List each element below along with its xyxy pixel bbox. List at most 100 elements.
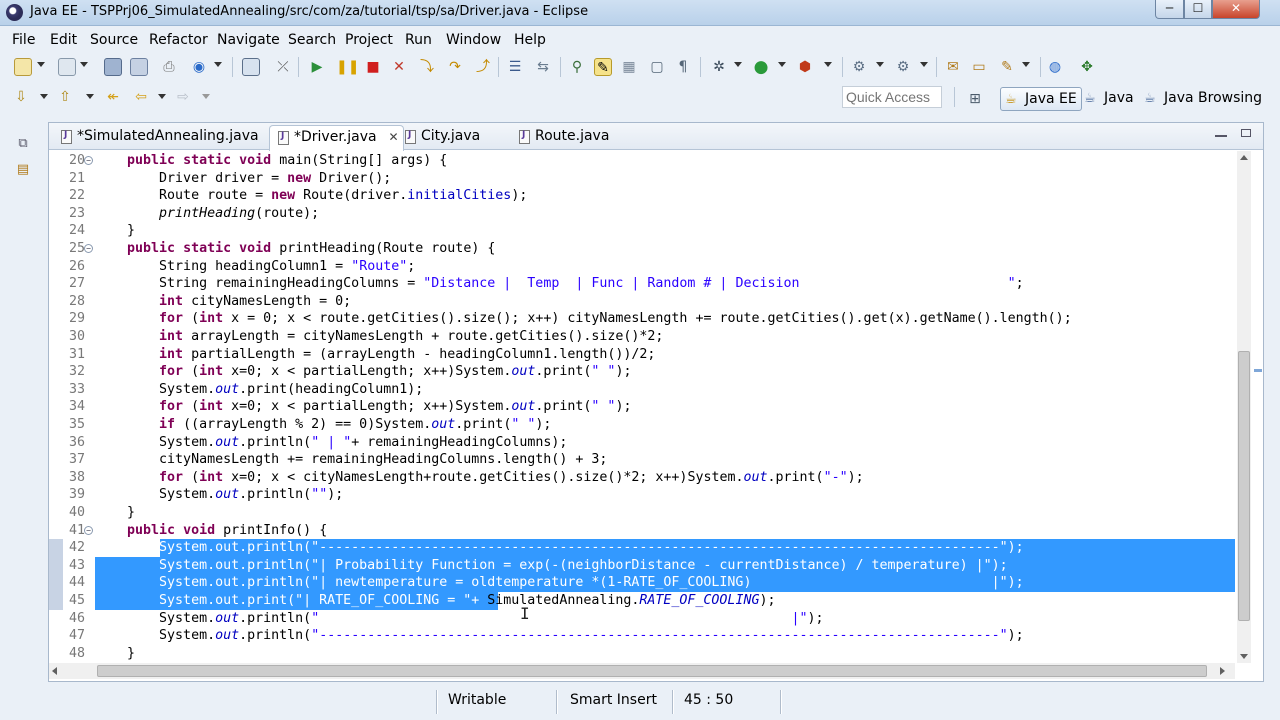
scroll-up-arrow[interactable] bbox=[1240, 155, 1248, 160]
tab-simulated-annealing[interactable]: *SimulatedAnnealing.java bbox=[53, 125, 267, 149]
code-area[interactable]: 20− public static void main(String[] arg… bbox=[49, 151, 1263, 663]
print-icon[interactable]: ⎙ bbox=[160, 58, 178, 76]
code-line[interactable]: 22 Route route = new Route(driver.initia… bbox=[49, 187, 1235, 205]
external-tools-dropdown-arrow[interactable] bbox=[824, 62, 832, 67]
menu-source[interactable]: Source bbox=[90, 32, 138, 48]
code-line[interactable]: 31 int partialLength = (arrayLength - he… bbox=[49, 346, 1235, 364]
code-line[interactable]: 44 System.out.println("| newtemperature … bbox=[49, 574, 1235, 592]
tab-driver[interactable]: *Driver.java ✕ bbox=[269, 125, 404, 151]
overview-ruler[interactable] bbox=[1253, 151, 1263, 663]
new-icon[interactable] bbox=[14, 58, 32, 76]
menu-edit[interactable]: Edit bbox=[50, 32, 77, 48]
step-return-icon[interactable]: ⤴ bbox=[474, 58, 492, 76]
menu-refactor[interactable]: Refactor bbox=[149, 32, 208, 48]
code-line[interactable]: 20− public static void main(String[] arg… bbox=[49, 152, 1235, 170]
close-button[interactable]: ✕ bbox=[1212, 0, 1260, 19]
perspective-java[interactable]: ☕ Java bbox=[1080, 87, 1138, 111]
code-line[interactable]: 41− public void printInfo() { bbox=[49, 522, 1235, 540]
forward-icon[interactable]: ⇨ bbox=[174, 88, 192, 106]
perspective-java-browsing[interactable]: ☕ Java Browsing bbox=[1140, 87, 1266, 111]
last-edit-location-icon[interactable]: ↞ bbox=[104, 88, 122, 106]
annotation-icon[interactable]: ✎ bbox=[998, 58, 1016, 76]
horizontal-scrollbar[interactable] bbox=[49, 663, 1235, 679]
menu-search[interactable]: Search bbox=[288, 32, 336, 48]
new-class-dropdown-arrow[interactable] bbox=[920, 62, 928, 67]
save-all-icon[interactable] bbox=[130, 58, 148, 76]
perspective-java-ee[interactable]: ☕ Java EE bbox=[1000, 87, 1082, 111]
new-project-dropdown-arrow[interactable] bbox=[876, 62, 884, 67]
browser-dropdown-arrow[interactable] bbox=[214, 62, 222, 67]
overview-mark[interactable] bbox=[1254, 369, 1262, 372]
code-line[interactable]: 39 System.out.println(""); bbox=[49, 486, 1235, 504]
code-line[interactable]: 33 System.out.print(headingColumn1); bbox=[49, 381, 1235, 399]
new-class-icon[interactable]: ⚙ bbox=[894, 58, 912, 76]
run-external-tools-icon[interactable]: ⬢ bbox=[796, 58, 814, 76]
horizontal-scroll-thumb[interactable] bbox=[97, 665, 1207, 677]
menu-help[interactable]: Help bbox=[514, 32, 546, 48]
scroll-down-arrow[interactable] bbox=[1240, 654, 1248, 659]
maximize-button[interactable]: ☐ bbox=[1184, 0, 1212, 19]
next-annotation-icon[interactable]: ⇩ bbox=[12, 88, 30, 106]
open-type-icon[interactable]: ⚲ bbox=[568, 58, 586, 76]
code-line[interactable]: 35 if ((arrayLength % 2) == 0)System.out… bbox=[49, 416, 1235, 434]
code-line[interactable]: 38 for (int x=0; x < cityNamesLength+rou… bbox=[49, 469, 1235, 487]
previous-annotation-icon[interactable]: ⇧ bbox=[56, 88, 74, 106]
disconnect-icon[interactable]: ✕ bbox=[390, 58, 408, 76]
code-line[interactable]: 34 for (int x=0; x < partialLength; x++)… bbox=[49, 398, 1235, 416]
paragraph-icon[interactable]: ¶ bbox=[674, 58, 692, 76]
new-server-icon[interactable] bbox=[58, 58, 76, 76]
resume-icon[interactable]: ▶ bbox=[308, 58, 326, 76]
scroll-left-arrow[interactable] bbox=[52, 667, 57, 675]
code-line[interactable]: 30 int arrayLength = cityNamesLength + r… bbox=[49, 328, 1235, 346]
fold-toggle-icon[interactable]: − bbox=[84, 525, 93, 535]
forward-dropdown-arrow[interactable] bbox=[202, 94, 210, 99]
new-dropdown-arrow[interactable] bbox=[37, 62, 45, 67]
use-step-filters-icon[interactable]: ⇆ bbox=[534, 58, 552, 76]
globe-icon[interactable]: ◍ bbox=[1046, 58, 1064, 76]
pin-icon[interactable]: ✥ bbox=[1078, 58, 1096, 76]
maximize-editor-icon[interactable] bbox=[1241, 129, 1251, 137]
menu-file[interactable]: File bbox=[12, 32, 35, 48]
menu-window[interactable]: Window bbox=[446, 32, 501, 48]
tab-route[interactable]: Route.java bbox=[511, 125, 617, 149]
code-line[interactable]: 40 } bbox=[49, 504, 1235, 522]
code-line[interactable]: 32 for (int x=0; x < partialLength; x++)… bbox=[49, 363, 1235, 381]
code-line[interactable]: 21 Driver driver = new Driver(); bbox=[49, 170, 1235, 188]
quick-access-input[interactable] bbox=[842, 86, 942, 108]
web-browser-icon[interactable]: ◉ bbox=[190, 58, 208, 76]
step-over-icon[interactable]: ↷ bbox=[446, 58, 464, 76]
vertical-scroll-thumb[interactable] bbox=[1238, 351, 1250, 621]
menu-navigate[interactable]: Navigate bbox=[217, 32, 280, 48]
terminate-icon[interactable]: ■ bbox=[364, 58, 382, 76]
minimize-editor-icon[interactable] bbox=[1215, 127, 1227, 137]
code-line[interactable]: 26 String headingColumn1 = "Route"; bbox=[49, 258, 1235, 276]
code-line[interactable]: 46 System.out.println(" |"); bbox=[49, 610, 1235, 628]
fold-toggle-icon[interactable]: − bbox=[84, 156, 93, 165]
debug-icon[interactable]: ✲ bbox=[710, 58, 728, 76]
code-line[interactable]: 23 printHeading(route); bbox=[49, 205, 1235, 223]
code-line[interactable]: 45 System.out.print("| RATE_OF_COOLING =… bbox=[49, 592, 1235, 610]
debug-dropdown-arrow[interactable] bbox=[734, 62, 742, 67]
code-line[interactable]: 42 System.out.println("-----------------… bbox=[49, 539, 1235, 557]
new-java-project-icon[interactable]: ⚙ bbox=[850, 58, 868, 76]
tab-city[interactable]: City.java bbox=[397, 125, 488, 149]
code-line[interactable]: 28 int cityNamesLength = 0; bbox=[49, 293, 1235, 311]
minimize-button[interactable]: ─ bbox=[1155, 0, 1184, 19]
folder-icon[interactable]: ▭ bbox=[970, 58, 988, 76]
fold-toggle-icon[interactable]: − bbox=[84, 244, 93, 253]
code-line[interactable]: 47 System.out.println("-----------------… bbox=[49, 627, 1235, 645]
vertical-scrollbar[interactable] bbox=[1237, 151, 1251, 663]
next-annotation-dropdown-arrow[interactable] bbox=[40, 94, 48, 99]
run-icon[interactable]: ● bbox=[752, 58, 770, 76]
previous-annotation-dropdown-arrow[interactable] bbox=[86, 94, 94, 99]
code-line[interactable]: 29 for (int x = 0; x < route.getCities()… bbox=[49, 310, 1235, 328]
annotation-dropdown-arrow[interactable] bbox=[1022, 62, 1030, 67]
console-icon[interactable] bbox=[242, 58, 260, 76]
open-perspective-icon[interactable]: ⊞ bbox=[966, 90, 984, 108]
drop-to-frame-icon[interactable]: ☰ bbox=[506, 58, 524, 76]
code-line[interactable]: 48 } bbox=[49, 645, 1235, 663]
show-whitespace-icon[interactable]: ▢ bbox=[648, 58, 666, 76]
run-dropdown-arrow[interactable] bbox=[778, 62, 786, 67]
scroll-right-arrow[interactable] bbox=[1220, 667, 1225, 675]
toggle-block-selection-icon[interactable]: ▦ bbox=[620, 58, 638, 76]
